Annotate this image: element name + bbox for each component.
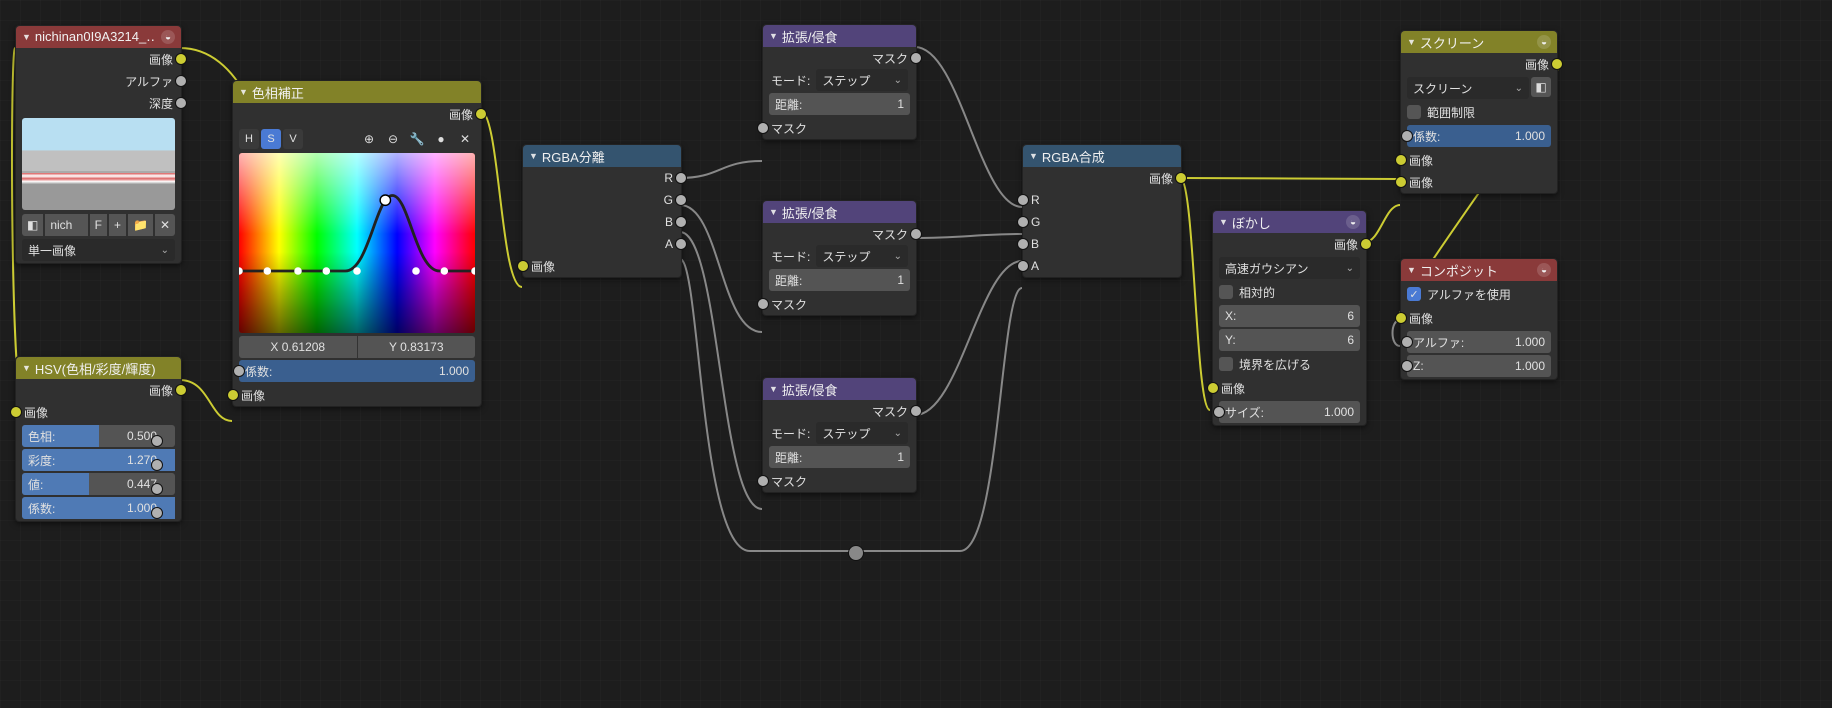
h-button[interactable]: H	[239, 129, 259, 149]
node-dilate-2[interactable]: ▼拡張/侵食 マスク モード: ステップ⌄ 距離:1 マスク	[762, 200, 917, 316]
globe-icon: ◒	[161, 30, 175, 44]
zoom-out-icon[interactable]: ⊖	[383, 129, 403, 149]
preview-icon: ◒	[1346, 215, 1360, 229]
alpha-field[interactable]: アルファ:1.000	[1407, 331, 1551, 353]
unlink-button[interactable]: ✕	[155, 214, 175, 236]
z-field[interactable]: Z:1.000	[1407, 355, 1551, 377]
saturation-field[interactable]: 彩度: 1.270	[22, 449, 175, 471]
clamp-checkbox[interactable]: 範囲制限	[1407, 101, 1551, 123]
node-title: nichinan0I9A3214_‥	[35, 29, 155, 45]
output-depth: 深度	[16, 92, 181, 114]
node-screen[interactable]: ▼スクリーン ◒ 画像 スクリーン⌄ ◧ 範囲制限 係数:1.000 画像 画像	[1400, 30, 1558, 194]
node-combine-rgba[interactable]: ▼RGBA合成 画像 R G B A	[1022, 144, 1182, 278]
collapse-icon[interactable]: ▼	[239, 87, 248, 97]
output-image: 画像	[1023, 167, 1181, 189]
screen-fac-field[interactable]: 係数:1.000	[1407, 125, 1551, 147]
image-type-icon[interactable]: ◧	[22, 214, 43, 236]
output-mask: マスク	[763, 47, 916, 69]
blend-mode-dropdown[interactable]: スクリーン⌄	[1407, 77, 1529, 99]
node-header-seprgba[interactable]: ▼ RGBA分離	[523, 145, 681, 167]
node-hsv[interactable]: ▼ HSV(色相/彩度/輝度) 画像 画像 色相: 0.500 彩度: 1.27…	[15, 356, 182, 522]
node-header-huecorrect[interactable]: ▼ 色相補正	[233, 81, 481, 103]
output-b: B	[523, 211, 681, 233]
output-g: G	[523, 189, 681, 211]
node-title: HSV(色相/彩度/輝度)	[35, 359, 156, 378]
reroute-node[interactable]	[848, 545, 864, 561]
image-source-dropdown[interactable]: 単一画像⌄	[22, 239, 175, 261]
node-dilate-3[interactable]: ▼拡張/侵食 マスク モード: ステップ⌄ 距離:1 マスク	[762, 377, 917, 493]
output-image: 画像	[16, 48, 181, 70]
chevron-down-icon: ⌄	[161, 245, 169, 256]
zoom-in-icon[interactable]: ⊕	[359, 129, 379, 149]
node-separate-rgba[interactable]: ▼ RGBA分離 R G B A 画像	[522, 144, 682, 278]
mode-row: モード: ステップ⌄	[763, 69, 916, 91]
node-hue-correct[interactable]: ▼ 色相補正 画像 H S V ⊕ ⊖ 🔧 ● ✕ X 0.61208 Y 0.…	[232, 80, 482, 407]
image-thumbnail[interactable]	[22, 118, 175, 210]
point-xy-field[interactable]: X 0.61208 Y 0.83173	[239, 336, 475, 358]
blur-y-field[interactable]: Y:6	[1219, 329, 1360, 351]
swap-icon[interactable]: ◧	[1531, 77, 1551, 97]
hue-field[interactable]: 色相: 0.500	[22, 425, 175, 447]
image-name-field[interactable]: nich	[45, 214, 87, 236]
extend-checkbox[interactable]: 境界を広げる	[1219, 353, 1360, 375]
open-image-button[interactable]: 📁	[128, 214, 153, 236]
output-a: A	[523, 233, 681, 255]
mode-dropdown[interactable]: ステップ⌄	[816, 69, 908, 91]
hue-curve[interactable]	[239, 153, 475, 333]
factor-field[interactable]: 係数: 1.000	[22, 497, 175, 519]
node-title: RGBA分離	[542, 147, 605, 166]
preview-icon: ◒	[1537, 35, 1551, 49]
output-image: 画像	[16, 379, 181, 401]
size-field[interactable]: サイズ:1.000	[1219, 401, 1360, 423]
preview-icon: ◒	[1537, 263, 1551, 277]
collapse-icon[interactable]: ▼	[22, 32, 31, 42]
input-image: 画像	[523, 255, 681, 277]
use-alpha-checkbox[interactable]: ✓アルファを使用	[1407, 283, 1551, 305]
node-dilate-1[interactable]: ▼拡張/侵食 マスク モード: ステップ⌄ 距離: 1 マスク	[762, 24, 917, 140]
output-r: R	[523, 167, 681, 189]
output-alpha: アルファ	[16, 70, 181, 92]
node-header-hsv[interactable]: ▼ HSV(色相/彩度/輝度)	[16, 357, 181, 379]
collapse-icon[interactable]: ▼	[22, 363, 31, 373]
clipping-icon[interactable]: ●	[431, 129, 451, 149]
blur-method-dropdown[interactable]: 高速ガウシアン⌄	[1219, 257, 1360, 279]
input-image: 画像	[16, 401, 181, 423]
hsv-mode-buttons[interactable]: H S V	[239, 129, 303, 149]
image-datablock[interactable]: ◧ nich F + 📁 ✕	[22, 214, 175, 236]
node-blur[interactable]: ▼ぼかし ◒ 画像 高速ガウシアン⌄ 相対的 X:6 Y:6 境界を広げる 画像…	[1212, 210, 1367, 426]
s-button[interactable]: S	[261, 129, 281, 149]
fake-user-button[interactable]: F	[90, 214, 107, 236]
collapse-icon[interactable]: ▼	[529, 151, 538, 161]
reset-icon[interactable]: ✕	[455, 129, 475, 149]
wrench-icon[interactable]: 🔧	[407, 129, 427, 149]
new-image-button[interactable]: +	[109, 214, 126, 236]
input-image: 画像	[233, 384, 481, 406]
node-composite[interactable]: ▼コンポジット ◒ ✓アルファを使用 画像 アルファ:1.000 Z:1.000	[1400, 258, 1558, 380]
relative-checkbox[interactable]: 相対的	[1219, 281, 1360, 303]
node-header-image[interactable]: ▼ nichinan0I9A3214_‥ ◒	[16, 26, 181, 48]
factor-field[interactable]: 係数: 1.000	[239, 360, 475, 382]
input-mask: マスク	[763, 117, 916, 139]
node-title: 色相補正	[252, 83, 304, 102]
distance-field[interactable]: 距離: 1	[769, 93, 910, 115]
v-button[interactable]: V	[283, 129, 303, 149]
output-image: 画像	[233, 103, 481, 125]
node-image[interactable]: ▼ nichinan0I9A3214_‥ ◒ 画像 アルファ 深度 ◧ nich…	[15, 25, 182, 264]
blur-x-field[interactable]: X:6	[1219, 305, 1360, 327]
value-field[interactable]: 値: 0.447	[22, 473, 175, 495]
